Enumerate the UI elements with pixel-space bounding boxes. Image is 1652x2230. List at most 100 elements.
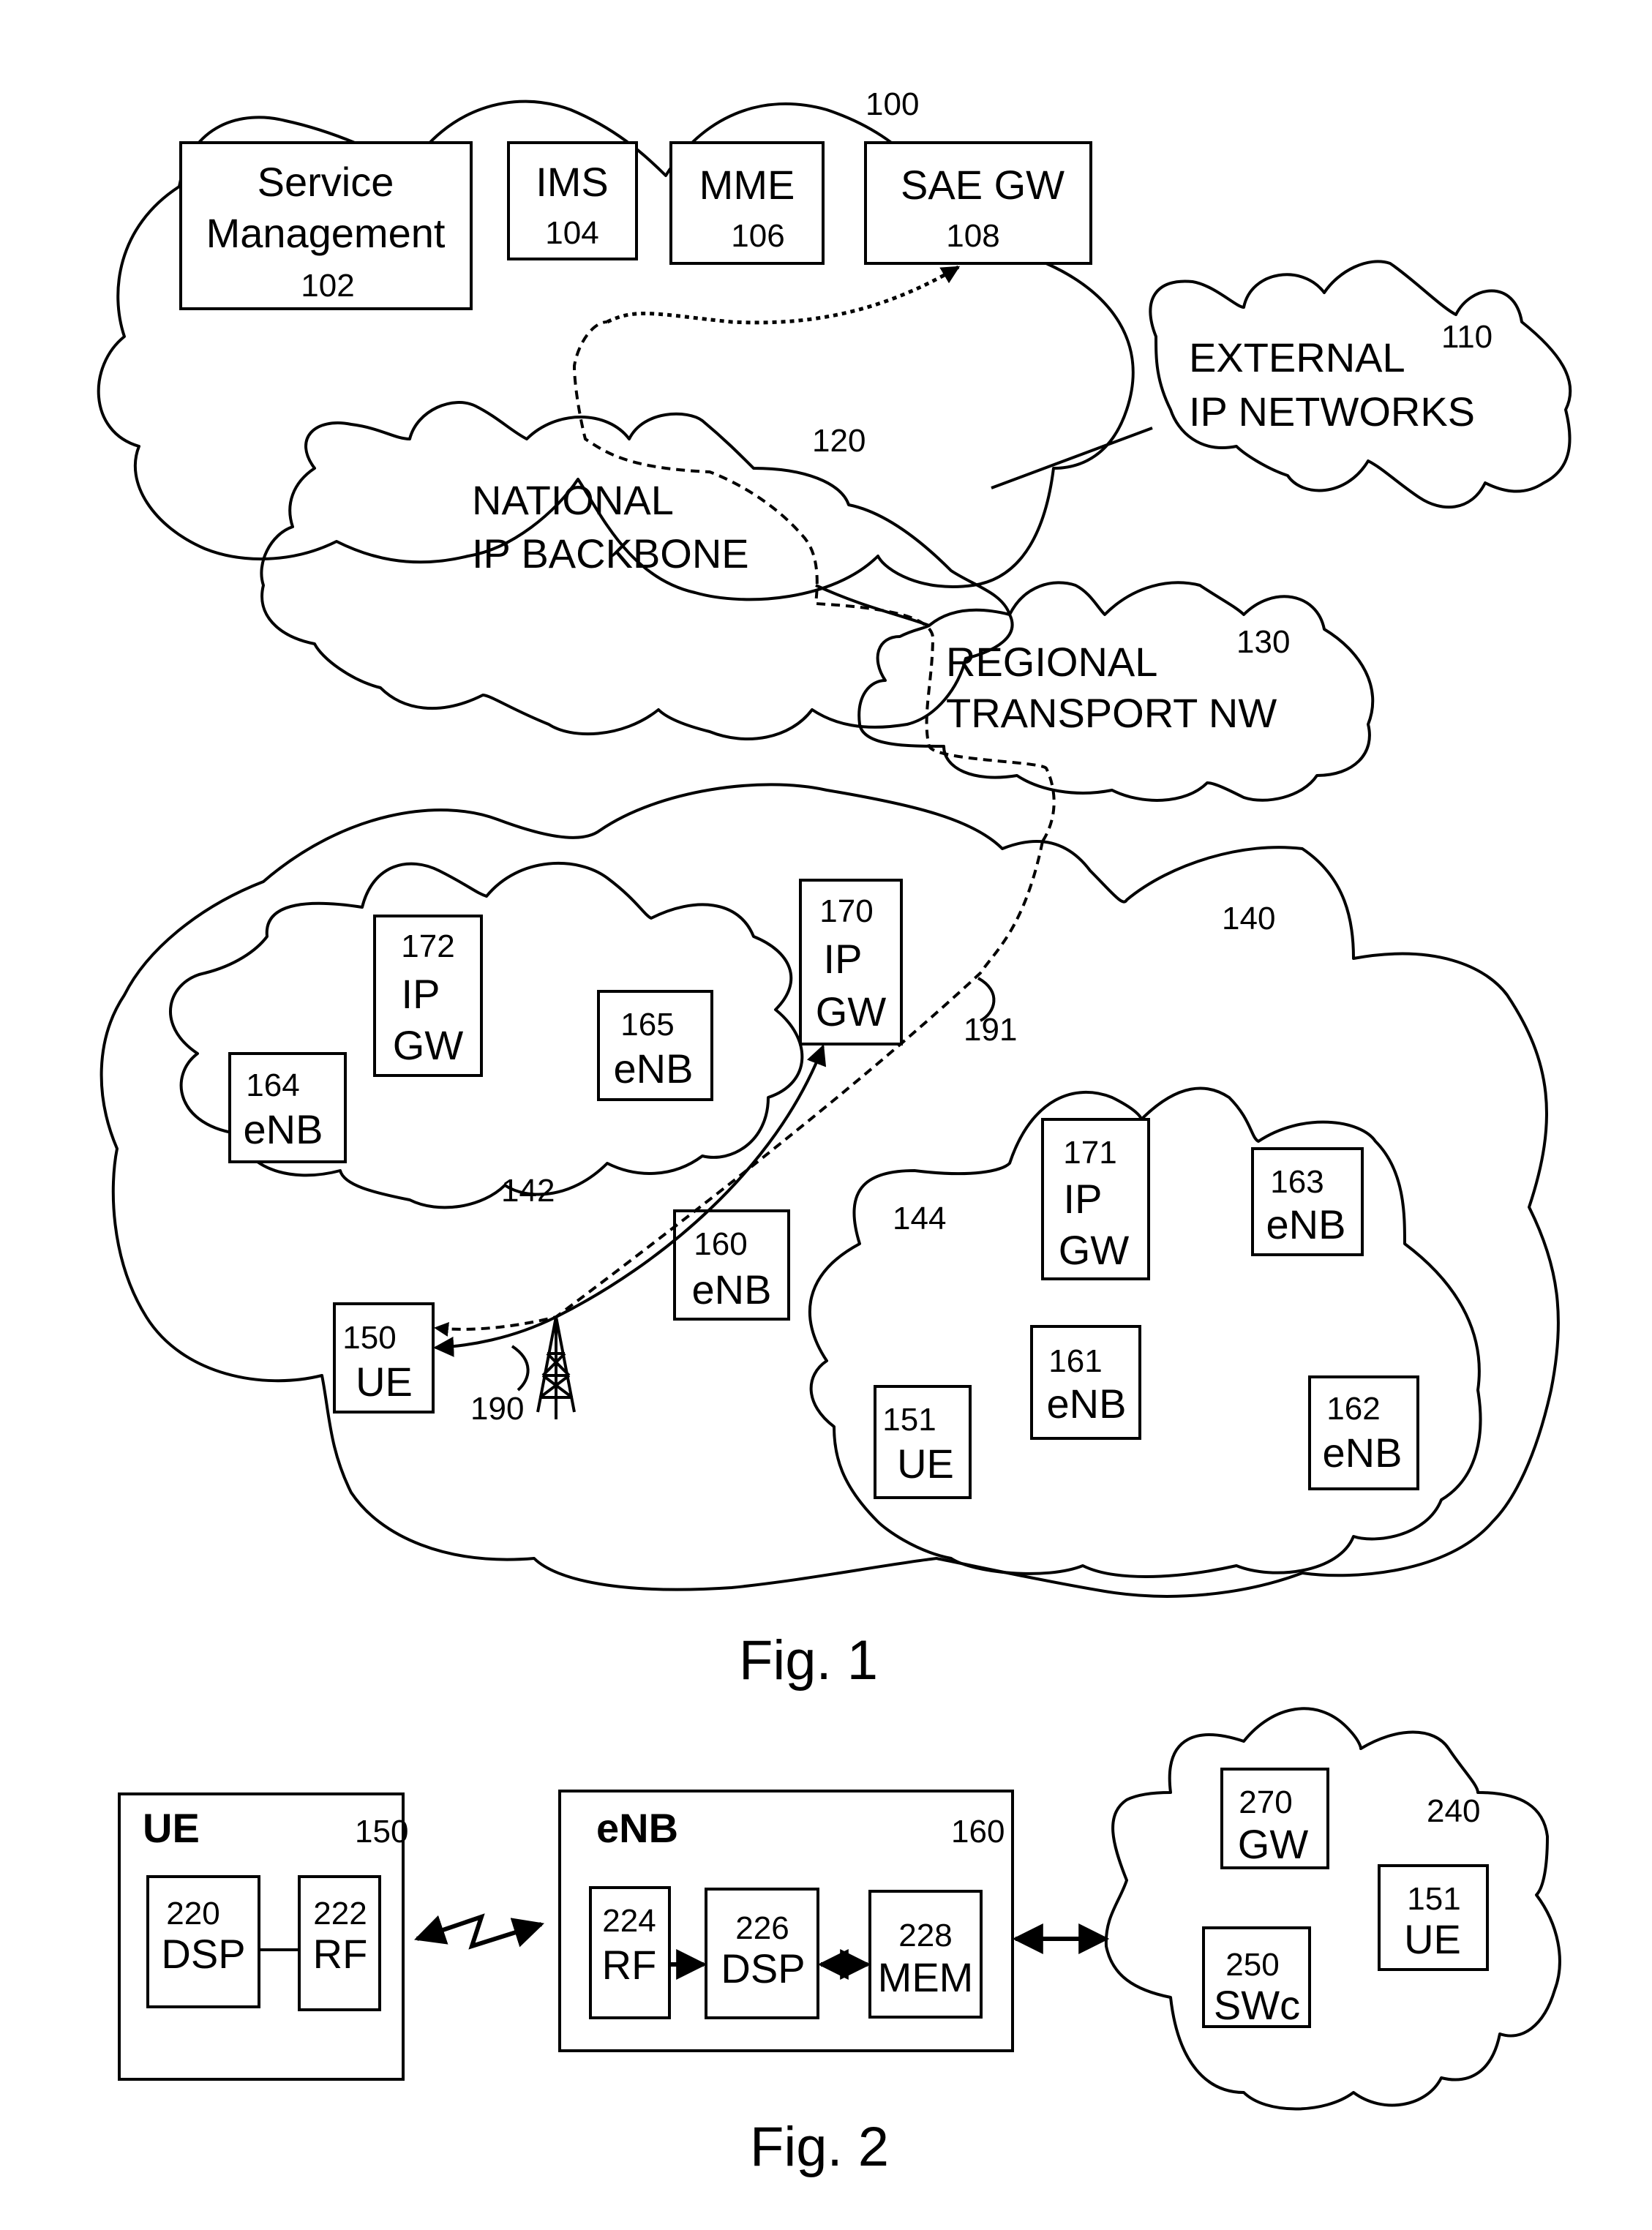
fig2-ref-150: 150 bbox=[355, 1814, 408, 1850]
ref-165: 165 bbox=[620, 1007, 674, 1043]
fig2-cloud-240 bbox=[1104, 1707, 1561, 2111]
sae-gw-label: SAE GW bbox=[901, 162, 1065, 208]
fig2-ref-270: 270 bbox=[1239, 1784, 1292, 1820]
ref-190: 190 bbox=[470, 1391, 524, 1427]
service-management-block: Service Management 102 bbox=[179, 141, 473, 310]
fig2-ref-250: 250 bbox=[1225, 1947, 1279, 1983]
ref-110: 110 bbox=[1441, 319, 1493, 355]
enb-163-label: eNB bbox=[1266, 1201, 1346, 1247]
external-networks-label-2: IP NETWORKS bbox=[1189, 388, 1475, 435]
enb-161-label: eNB bbox=[1047, 1381, 1127, 1427]
enb-163: 163 eNB bbox=[1251, 1147, 1364, 1256]
fig2-enb-rf-label: RF bbox=[602, 1942, 657, 1988]
fig2-swc-label: SWc bbox=[1214, 1982, 1300, 2028]
path-191 bbox=[572, 320, 1056, 843]
fig2-ref-228: 228 bbox=[898, 1918, 952, 1953]
ref-140: 140 bbox=[1222, 901, 1275, 936]
fig2-ref-240: 240 bbox=[1427, 1793, 1480, 1829]
service-management-label-1: Service bbox=[258, 159, 394, 205]
ref-151: 151 bbox=[882, 1402, 936, 1438]
ip-gw-171: 171 IP GW bbox=[1041, 1118, 1150, 1280]
ue-150-label: UE bbox=[356, 1359, 413, 1405]
regional-label-1: REGIONAL bbox=[946, 639, 1157, 685]
enb-164-label: eNB bbox=[244, 1106, 323, 1152]
ref-150: 150 bbox=[342, 1320, 396, 1356]
enb-161: 161 eNB bbox=[1030, 1325, 1141, 1440]
mme-label: MME bbox=[699, 162, 795, 208]
figure-1-caption: Fig. 1 bbox=[739, 1629, 878, 1692]
ref-102: 102 bbox=[301, 268, 354, 304]
fig2-ue-rf-label: RF bbox=[313, 1931, 368, 1977]
ip-gw-172-label-2: GW bbox=[393, 1022, 464, 1068]
ip-gw-171-label-2: GW bbox=[1059, 1227, 1130, 1273]
ref-104: 104 bbox=[545, 215, 598, 251]
antenna-tower-icon bbox=[536, 1316, 576, 1419]
enb-162: 162 eNB bbox=[1308, 1375, 1419, 1490]
ip-gw-170: 170 IP GW bbox=[799, 879, 903, 1045]
ref-144: 144 bbox=[893, 1201, 946, 1236]
fig2-radio-link bbox=[414, 1913, 545, 1950]
ip-gw-171-label-1: IP bbox=[1064, 1176, 1103, 1222]
ref-170: 170 bbox=[819, 893, 873, 929]
external-networks-label-1: EXTERNAL bbox=[1189, 334, 1405, 380]
ref-171: 171 bbox=[1063, 1135, 1116, 1171]
ref-100: 100 bbox=[866, 86, 919, 122]
ue-151: 151 UE bbox=[874, 1385, 972, 1499]
regional-label-2: TRANSPORT NW bbox=[946, 690, 1277, 736]
ims-label: IMS bbox=[536, 159, 609, 205]
fig2-ref-226: 226 bbox=[735, 1910, 789, 1946]
enb-162-label: eNB bbox=[1323, 1430, 1403, 1476]
mme-block: MME 106 bbox=[669, 141, 825, 265]
ip-gw-170-label-1: IP bbox=[824, 936, 863, 982]
fig2-ref-151: 151 bbox=[1407, 1881, 1460, 1917]
fig2-enb-title: eNB bbox=[596, 1805, 678, 1851]
fig2-ue-dsp-label: DSP bbox=[161, 1931, 245, 1977]
leader-190 bbox=[511, 1345, 530, 1392]
fig2-ue-title: UE bbox=[143, 1805, 200, 1851]
enb-165: 165 eNB bbox=[597, 990, 713, 1101]
ref-120: 120 bbox=[812, 423, 866, 459]
fig2-ref-222: 222 bbox=[313, 1896, 367, 1931]
ref-172: 172 bbox=[401, 928, 454, 964]
ref-108: 108 bbox=[946, 218, 999, 254]
enb-160-label: eNB bbox=[692, 1266, 772, 1313]
ref-142: 142 bbox=[501, 1173, 555, 1209]
path-190-to-ue bbox=[433, 1315, 557, 1357]
backbone-label-1: NATIONAL bbox=[472, 477, 674, 523]
ref-130: 130 bbox=[1236, 624, 1290, 660]
ref-163: 163 bbox=[1270, 1164, 1324, 1200]
ue-150: 150 UE bbox=[333, 1302, 435, 1414]
figure-2: UE 150 220 DSP 222 RF eNB 160 224 RF 226… bbox=[118, 1707, 1561, 2178]
fig2-enb-block: eNB 160 224 RF 226 DSP 228 MEM bbox=[558, 1790, 1014, 2052]
ref-162: 162 bbox=[1326, 1391, 1380, 1427]
ref-191: 191 bbox=[964, 1012, 1017, 1048]
figure-1: 100 Service Management 102 IMS 104 MME 1… bbox=[97, 86, 1572, 1692]
fig2-enb-dsp-label: DSP bbox=[721, 1945, 805, 1991]
fig2-ref-224: 224 bbox=[602, 1903, 656, 1939]
link-backbone-external bbox=[991, 427, 1153, 489]
fig2-ue-151-label: UE bbox=[1404, 1916, 1461, 1962]
ims-block: IMS 104 bbox=[507, 141, 638, 260]
enb-164: 164 eNB bbox=[228, 1052, 347, 1163]
ue-151-label: UE bbox=[897, 1441, 954, 1487]
enb-165-label: eNB bbox=[614, 1045, 694, 1092]
ip-gw-170-label-2: GW bbox=[816, 988, 887, 1035]
service-management-label-2: Management bbox=[206, 210, 446, 256]
ip-gw-172-label-1: IP bbox=[402, 971, 440, 1017]
backbone-label-2: IP BACKBONE bbox=[472, 530, 749, 577]
fig2-ref-160: 160 bbox=[951, 1814, 1005, 1850]
sae-gw-block: SAE GW 108 bbox=[864, 141, 1092, 265]
cloud-external-ip-networks bbox=[1149, 260, 1572, 508]
figure-2-caption: Fig. 2 bbox=[750, 2116, 889, 2178]
ref-160: 160 bbox=[694, 1226, 747, 1262]
fig2-ue-block: UE 150 220 DSP 222 RF bbox=[118, 1792, 408, 2081]
patent-figure-canvas: 100 Service Management 102 IMS 104 MME 1… bbox=[97, 86, 1572, 2178]
ref-106: 106 bbox=[731, 218, 784, 254]
fig2-gw-label: GW bbox=[1238, 1821, 1309, 1867]
ref-164: 164 bbox=[246, 1067, 299, 1103]
fig2-enb-mem-label: MEM bbox=[878, 1954, 974, 2000]
fig2-ref-220: 220 bbox=[166, 1896, 219, 1931]
ip-gw-172: 172 IP GW bbox=[373, 915, 483, 1077]
ref-161: 161 bbox=[1048, 1343, 1102, 1379]
path-191-to-sae-gw bbox=[606, 265, 961, 325]
